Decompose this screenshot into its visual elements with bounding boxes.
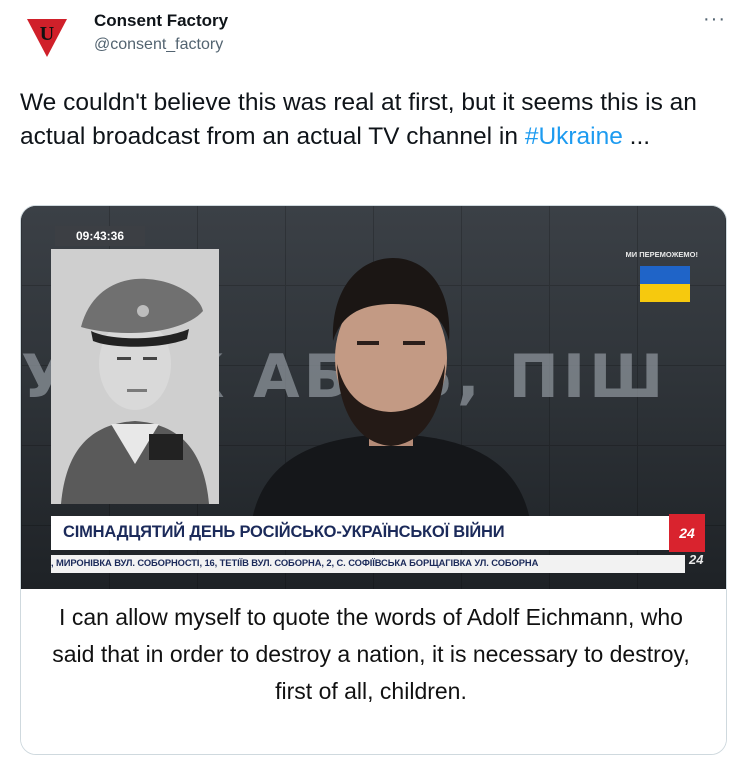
subtitle-caption-area: I can allow myself to quote the words of… xyxy=(21,589,726,754)
channel-slogan: МИ ПЕРЕМОЖЕМО! xyxy=(625,250,698,259)
ukraine-flag-icon xyxy=(640,266,690,302)
avatar[interactable]: U xyxy=(20,10,74,64)
news-ticker: , МИРОНІВКА ВУЛ. СОБОРНОСТІ, 16, ТЕТІЇВ … xyxy=(51,555,685,573)
subtitle-caption: I can allow myself to quote the words of… xyxy=(52,604,690,704)
author-handle[interactable]: @consent_factory xyxy=(94,34,228,56)
ticker-text: , МИРОНІВКА ВУЛ. СОБОРНОСТІ, 16, ТЕТІЇВ … xyxy=(51,557,539,568)
video-frame[interactable]: У Й К АБЛЬ, ПІШ xyxy=(21,206,726,589)
tweet-text: We couldn't believe this was real at fir… xyxy=(20,86,720,154)
lower-third-title: СІМНАДЦЯТИЙ ДЕНЬ РОСІЙСЬКО-УКРАЇНСЬКОЇ В… xyxy=(63,523,505,541)
tweet-header: U Consent Factory @consent_factory ··· xyxy=(20,8,730,64)
hashtag-link[interactable]: #Ukraine xyxy=(525,123,623,150)
author-names: Consent Factory @consent_factory xyxy=(94,10,228,56)
avatar-letter: U xyxy=(40,23,54,45)
tweet-text-suffix: ... xyxy=(622,123,651,150)
tweet-media[interactable]: У Й К АБЛЬ, ПІШ xyxy=(20,205,727,755)
more-options-icon[interactable]: ··· xyxy=(703,8,726,31)
author-display-name[interactable]: Consent Factory xyxy=(94,10,228,32)
historical-portrait-image xyxy=(51,249,219,504)
channel-24-logo: 24 xyxy=(669,514,705,552)
presenter-figure xyxy=(211,246,571,526)
broadcast-timestamp: 09:43:36 xyxy=(55,226,145,246)
consent-factory-logo-icon: U xyxy=(21,11,73,63)
lower-third-banner: СІМНАДЦЯТИЙ ДЕНЬ РОСІЙСЬКО-УКРАЇНСЬКОЇ В… xyxy=(51,514,705,552)
ticker-channel-logo: 24 xyxy=(689,552,704,567)
